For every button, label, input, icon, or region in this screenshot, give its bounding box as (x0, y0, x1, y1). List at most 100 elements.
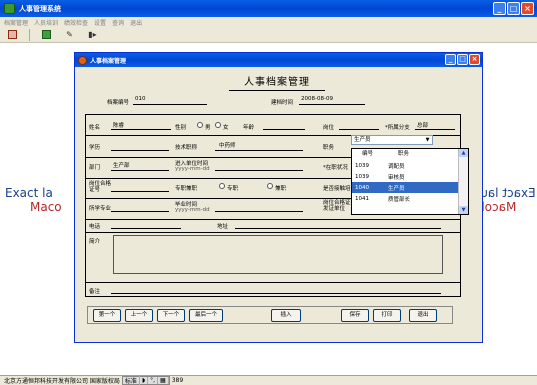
intro-label: 简介 (89, 239, 101, 245)
employment-status-label: *在职状况 (323, 165, 348, 171)
join-date-underline (215, 170, 303, 171)
archive-number-value[interactable]: 010 (135, 96, 146, 102)
insert-button[interactable]: 插入 (271, 309, 301, 322)
education-field[interactable] (111, 150, 169, 151)
app-title-bar: 人事管理系统 _ □ × (0, 0, 537, 17)
chevron-down-icon[interactable]: ▼ (423, 136, 432, 144)
status-bar: 北京方通恒邦科技开发有限公司 国家版权局 标准 ◗ °, ▦ 389 (0, 375, 537, 385)
maximize-button[interactable]: □ (507, 2, 520, 15)
menu-settings[interactable]: 设置 (94, 18, 106, 27)
dropdown-option-selected[interactable]: 1040 生产员 (352, 182, 458, 193)
dropdown-option-name: 生产员 (388, 185, 405, 192)
app-title: 人事管理系统 (19, 4, 61, 13)
dropdown-header-id: 编号 (362, 151, 374, 157)
exit-button[interactable]: 退出 (409, 309, 437, 322)
duty-combobox-value: 生产员 (354, 137, 371, 143)
dropdown-option[interactable]: 1041 质管部长 (352, 193, 458, 204)
status-text: 北京方通恒邦科技开发有限公司 国家版权局 (4, 378, 120, 385)
education-label: 学历 (89, 145, 101, 151)
ime-punct-icon[interactable]: °, (148, 377, 159, 384)
address-label: 地址 (217, 224, 229, 230)
menu-bar: 档案管理 人员培训 绩效检查 设置 查询 退出 (0, 17, 537, 27)
menu-archive[interactable]: 档案管理 (4, 18, 28, 27)
branch-underline (415, 129, 455, 130)
training-label: 是否接触培 (323, 186, 351, 192)
fulltime-option-label: 专职 (227, 186, 239, 192)
minimize-button[interactable]: _ (493, 2, 506, 15)
first-button[interactable]: 第一个 (93, 309, 121, 322)
post-field[interactable] (339, 129, 379, 130)
dialog-maximize-button[interactable]: □ (457, 54, 468, 65)
duty-combobox[interactable]: 生产员 ▼ (351, 135, 433, 145)
create-date-label: 建档时间 (271, 100, 294, 106)
close-button[interactable]: × (521, 2, 534, 15)
graduation-field[interactable]: yyyy-mm-dd (175, 207, 210, 213)
gender-female-radio[interactable] (215, 122, 221, 128)
parttime-radio[interactable] (267, 183, 273, 189)
age-label: 年龄 (243, 125, 255, 131)
row-divider (86, 219, 460, 220)
department-label: 部门 (89, 165, 101, 171)
last-button[interactable]: 最后一个 (189, 309, 223, 322)
exit-door-icon[interactable]: ▮▸ (86, 29, 99, 41)
save-button[interactable]: 保存 (341, 309, 369, 322)
address-field[interactable] (235, 228, 441, 229)
cert-number-field[interactable] (111, 191, 169, 192)
join-date-field[interactable]: yyyy-mm-dd (175, 166, 210, 172)
branch-label: *所属分支 (385, 125, 410, 131)
grid-icon[interactable] (40, 29, 53, 41)
create-date-value[interactable]: 2008-08-09 (301, 96, 333, 102)
dropdown-option[interactable]: 1039 调配员 (352, 160, 458, 171)
page-title: 人事档案管理 (229, 73, 325, 91)
department-field[interactable]: 生产部 (113, 161, 130, 169)
branch-field[interactable]: 总部 (417, 121, 428, 129)
save-icon[interactable] (6, 29, 19, 41)
dropdown-option-name: 审核员 (388, 174, 405, 181)
ime-keyboard-icon[interactable]: ▦ (158, 377, 169, 384)
gender-female-label: 女 (223, 125, 229, 131)
dialog-minimize-button[interactable]: _ (445, 54, 456, 65)
background-text-left-bottom: Maco (30, 200, 62, 214)
archive-number-label: 档案编号 (107, 100, 130, 106)
intro-textarea[interactable] (113, 235, 443, 274)
phone-label: 电话 (89, 224, 101, 230)
tech-title-underline (215, 150, 303, 151)
phone-field[interactable] (111, 228, 181, 229)
toolbar: ✎ ▮▸ (0, 27, 537, 43)
remark-label: 备注 (89, 289, 101, 295)
ime-moon-icon[interactable]: ◗ (140, 377, 149, 384)
remark-field[interactable] (111, 293, 441, 294)
post-label: 岗位 (323, 125, 335, 131)
parttime-option-label: 兼职 (275, 186, 287, 192)
name-label: 姓名 (89, 125, 101, 131)
create-date-underline (299, 104, 365, 105)
major-label: 所学专业 (89, 206, 112, 212)
archive-number-underline (133, 104, 207, 105)
major-field[interactable] (111, 211, 169, 212)
name-field[interactable]: 陈睿 (113, 121, 124, 129)
dropdown-header: 编号 职务 (352, 149, 458, 159)
fulltime-radio[interactable] (219, 183, 225, 189)
prev-button[interactable]: 上一个 (125, 309, 153, 322)
ime-mode[interactable]: 标准 (123, 376, 140, 385)
dropdown-scrollbar[interactable]: ▲ ▼ (458, 149, 468, 214)
scroll-up-icon[interactable]: ▲ (459, 149, 468, 157)
background-text-left-top: Exact la (5, 186, 53, 200)
menu-performance[interactable]: 绩效检查 (64, 18, 88, 27)
dropdown-option[interactable]: 1039 审核员 (352, 171, 458, 182)
menu-query[interactable]: 查询 (112, 18, 124, 27)
pen-icon[interactable]: ✎ (63, 29, 76, 41)
gender-label: 性别 (175, 125, 187, 131)
age-field[interactable] (263, 129, 305, 130)
tech-title-field[interactable]: 中药师 (219, 141, 236, 149)
gender-male-label: 男 (205, 125, 211, 131)
print-button[interactable]: 打印 (373, 309, 401, 322)
menu-training[interactable]: 人员培训 (34, 18, 58, 27)
ime-toolbar[interactable]: 标准 ◗ °, ▦ (121, 376, 170, 385)
gender-male-radio[interactable] (197, 122, 203, 128)
menu-exit[interactable]: 退出 (130, 18, 142, 27)
scroll-down-icon[interactable]: ▼ (459, 206, 468, 214)
duty-dropdown-list[interactable]: 编号 职务 1039 调配员 1039 审核员 1040 生产员 1041 质管… (351, 148, 469, 215)
next-button[interactable]: 下一个 (157, 309, 185, 322)
dialog-close-button[interactable]: × (469, 54, 480, 65)
